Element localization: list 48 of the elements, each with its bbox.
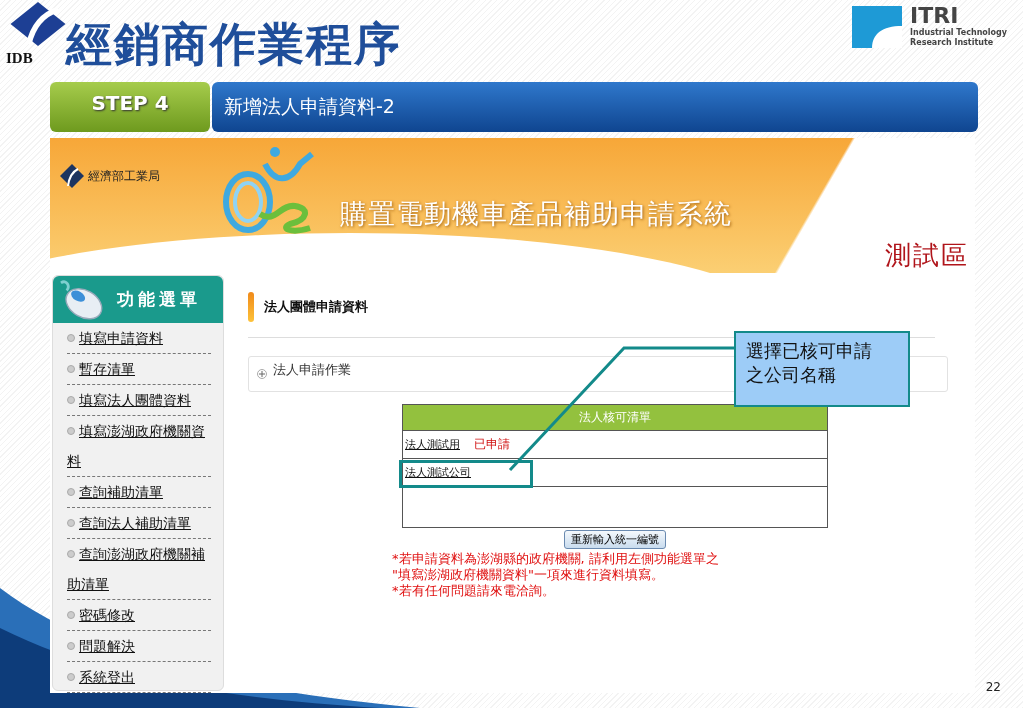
menu-link[interactable]: 查詢補助清單 <box>67 477 211 507</box>
logo-icon <box>60 164 84 188</box>
environment-label: 測試區 <box>885 239 969 272</box>
bullet-icon <box>67 642 75 650</box>
bullet-icon <box>67 611 75 619</box>
menu-link[interactable]: 暫存清單 <box>67 354 211 384</box>
callout-box: 選擇已核可申請之公司名稱 <box>734 331 910 407</box>
logo-subtitle: Industrial Technology <box>910 28 1007 38</box>
menu-link[interactable]: 查詢澎湖政府機關補助清單 <box>67 539 211 599</box>
bullet-icon <box>67 365 75 373</box>
company-link[interactable]: 法人測試公司 <box>405 465 471 480</box>
note-text: *若有任何問題請來電洽詢。 <box>392 583 556 599</box>
menu-link[interactable]: 填寫澎湖政府機關資料 <box>67 416 211 476</box>
section-marker <box>248 292 254 322</box>
bullet-icon <box>67 488 75 496</box>
agency-name: 經濟部工業局 <box>88 167 160 185</box>
status-text: 已申請 <box>474 436 510 453</box>
menu-link[interactable]: 查詢法人補助清單 <box>67 508 211 538</box>
mouse-icon <box>57 278 105 321</box>
step-badge: STEP 4 <box>50 82 210 132</box>
section-title: 法人團體申請資料 <box>264 298 368 316</box>
step-title: 新增法人申請資料-2 <box>212 82 978 132</box>
bullet-icon <box>67 396 75 404</box>
logo-text: ITRI <box>910 4 960 28</box>
logo-subtitle: Research Institute <box>910 38 995 48</box>
bullet-icon <box>67 427 75 435</box>
logo-icon <box>10 2 66 46</box>
menu-link[interactable]: 密碼修改 <box>67 600 211 630</box>
bullet-icon <box>67 673 75 681</box>
table-header: 法人核可清單 <box>403 405 827 431</box>
slide-title: 經銷商作業程序 <box>66 16 402 73</box>
page-number: 22 <box>985 680 1001 694</box>
logo-text: IDB <box>6 50 34 67</box>
menu-link[interactable]: 問題解決 <box>67 631 211 661</box>
bullet-icon <box>67 334 75 342</box>
note-text: "填寫澎湖政府機關資料"一項來進行資料填寫。 <box>392 567 665 583</box>
menu-link[interactable]: 填寫申請資料 <box>67 323 211 353</box>
bullet-icon <box>67 519 75 527</box>
menu-link[interactable]: 填寫法人團體資料 <box>67 385 211 415</box>
note-text: *若申請資料為澎湖縣的政府機關, 請利用左側功能選單之 <box>392 551 720 567</box>
menu-title: 功能選單 <box>117 288 201 311</box>
bullet-icon <box>67 550 75 558</box>
expand-icon[interactable] <box>257 369 267 379</box>
menu-link[interactable]: 系統登出 <box>67 662 211 692</box>
company-link[interactable]: 法人測試用 <box>405 437 460 452</box>
system-title: 購置電動機車產品補助申請系統 <box>340 197 732 231</box>
logo-icon <box>852 6 903 48</box>
reset-button[interactable]: 重新輸入統一編號 <box>564 530 666 549</box>
